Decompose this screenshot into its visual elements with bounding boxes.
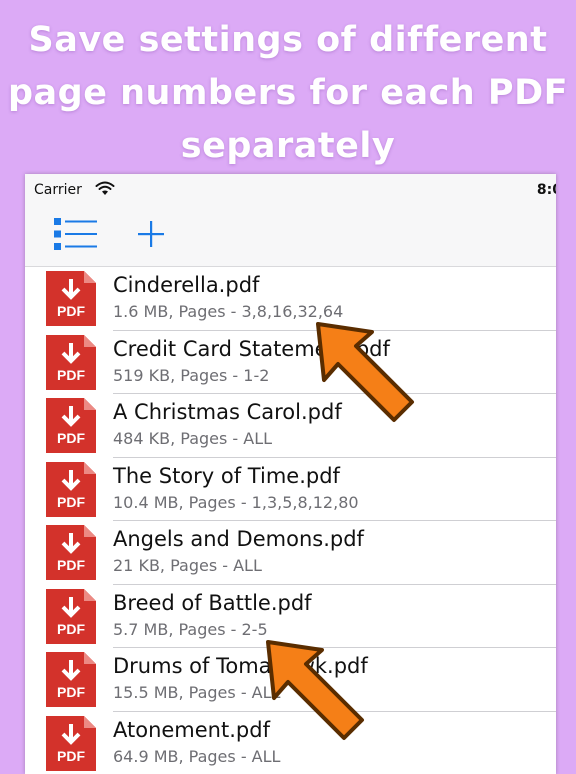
file-meta: 21 KB, Pages - ALL	[113, 556, 262, 575]
file-meta: 519 KB, Pages - 1-2	[113, 366, 269, 385]
wifi-icon	[95, 181, 115, 197]
status-bar: Carrier 8:0	[25, 174, 556, 204]
toolbar	[25, 204, 556, 267]
pdf-file-icon: PDF	[46, 271, 96, 326]
list-item[interactable]: PDF A Christmas Carol.pdf 484 KB, Pages …	[25, 394, 556, 458]
carrier-label: Carrier	[34, 182, 82, 198]
pdf-badge-text: PDF	[57, 303, 85, 319]
pdf-badge-text: PDF	[57, 684, 85, 700]
callout-arrow-icon	[262, 636, 372, 746]
pdf-file-icon: PDF	[46, 525, 96, 580]
file-name: Atonement.pdf	[113, 718, 270, 742]
pdf-badge-text: PDF	[57, 494, 85, 510]
list-item[interactable]: PDF Credit Card Statement.pdf 519 KB, Pa…	[25, 331, 556, 395]
pdf-file-icon: PDF	[46, 462, 96, 517]
pdf-file-icon: PDF	[46, 589, 96, 644]
pdf-badge-text: PDF	[57, 748, 85, 764]
headline: Save settings of different page numbers …	[0, 14, 576, 173]
callout-arrow-icon	[312, 318, 422, 428]
add-file-button[interactable]	[137, 220, 165, 248]
pdf-file-icon: PDF	[46, 716, 96, 771]
file-name: Angels and Demons.pdf	[113, 527, 364, 551]
file-meta: 10.4 MB, Pages - 1,3,5,8,12,80	[113, 493, 359, 512]
pdf-file-icon: PDF	[46, 398, 96, 453]
file-name: Cinderella.pdf	[113, 273, 259, 297]
file-name: A Christmas Carol.pdf	[113, 400, 342, 424]
file-name: Breed of Battle.pdf	[113, 591, 312, 615]
list-item[interactable]: PDF Angels and Demons.pdf 21 KB, Pages -…	[25, 521, 556, 585]
list-item[interactable]: PDF The Story of Time.pdf 10.4 MB, Pages…	[25, 458, 556, 522]
list-item[interactable]: PDF Cinderella.pdf 1.6 MB, Pages - 3,8,1…	[25, 267, 556, 331]
file-name: The Story of Time.pdf	[113, 464, 340, 488]
headline-line-1: Save settings of different	[0, 14, 576, 67]
headline-line-3: separately	[0, 120, 576, 173]
file-meta: 15.5 MB, Pages - ALL	[113, 683, 280, 702]
file-meta: 5.7 MB, Pages - 2-5	[113, 620, 268, 639]
pdf-file-icon: PDF	[46, 652, 96, 707]
pdf-badge-text: PDF	[57, 557, 85, 573]
pdf-badge-text: PDF	[57, 621, 85, 637]
status-time: 8:0	[537, 182, 556, 198]
pdf-badge-text: PDF	[57, 367, 85, 383]
headline-line-2: page numbers for each PDF	[0, 67, 576, 120]
file-meta: 1.6 MB, Pages - 3,8,16,32,64	[113, 302, 343, 321]
pdf-file-icon: PDF	[46, 335, 96, 390]
file-meta: 64.9 MB, Pages - ALL	[113, 747, 280, 766]
list-icon[interactable]	[53, 216, 99, 252]
file-meta: 484 KB, Pages - ALL	[113, 429, 272, 448]
pdf-badge-text: PDF	[57, 430, 85, 446]
